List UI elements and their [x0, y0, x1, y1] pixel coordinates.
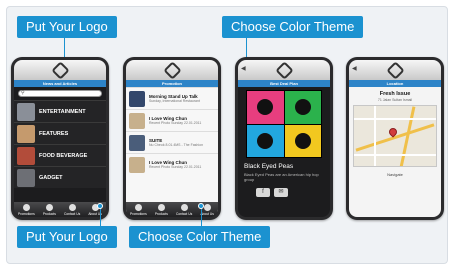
tab-label: Contact Us: [175, 211, 193, 216]
choose-color-theme-callout-bottom: Choose Color Theme: [129, 226, 271, 248]
screen-categories: News and Articles ⚲ ENTERTAINMENT FEATUR…: [14, 60, 106, 217]
screen-promotions: Promotion Morning Stand Up Talk Sunday, I…: [126, 60, 218, 217]
phone-location: ◀ Location Fresh Issue 71 Jalan Sultan I…: [346, 57, 444, 220]
info-icon: [22, 203, 30, 211]
products-icon: [157, 203, 165, 211]
cog-icon: [203, 203, 211, 211]
promo-item[interactable]: I Love Wing Chun Recent Photo Sunday 22.0…: [126, 109, 218, 131]
callout-dot: [198, 203, 204, 209]
app-logo-icon: [50, 60, 70, 80]
share-row: f ✉: [256, 188, 330, 197]
showcase-stage: Put Your Logo Choose Color Theme News an…: [0, 0, 454, 276]
back-icon[interactable]: ◀: [241, 65, 246, 72]
app-header: ◀: [238, 60, 330, 80]
ribbon: News and Articles: [14, 80, 106, 87]
tab-promotions[interactable]: Promotions: [130, 203, 147, 216]
info-icon: [134, 203, 142, 211]
facebook-share-button[interactable]: f: [256, 188, 270, 197]
tab-label: Products: [154, 211, 168, 216]
phone-icon: [68, 203, 76, 211]
promo-item[interactable]: Morning Stand Up Talk Sunday, Internation…: [126, 87, 218, 109]
phone-icon: [180, 203, 188, 211]
album-tile: [284, 91, 321, 124]
promo-subtitle: Nu Cheok 8.01.4MS - The Fashion: [149, 143, 204, 147]
face-icon: [257, 132, 274, 149]
app-header: [126, 60, 218, 80]
ribbon: Location: [349, 80, 441, 87]
category-row[interactable]: GADGET: [14, 166, 106, 188]
callout-dot: [97, 203, 103, 209]
tab-bar: Promotions Products Contact Us About Us: [126, 202, 218, 217]
promo-subtitle: Recent Photo Sunday 22.01.2011: [149, 165, 202, 169]
location-address: 71 Jalan Sultan Ismail: [377, 98, 413, 102]
tab-contact-us[interactable]: Contact Us: [175, 203, 193, 216]
category-label: GADGET: [39, 174, 63, 181]
promo-thumb: [129, 156, 145, 173]
app-header: ◀: [349, 60, 441, 80]
email-share-button[interactable]: ✉: [274, 188, 288, 197]
ribbon: Promotion: [126, 80, 218, 87]
album-tile: [247, 91, 284, 124]
map-street: [354, 118, 436, 120]
promo-thumb: [129, 112, 145, 129]
face-icon: [294, 99, 311, 116]
album-tile: [247, 124, 284, 157]
map-view[interactable]: [353, 105, 437, 167]
promo-item[interactable]: I Love Wing Chun Recent Photo Sunday 22.0…: [126, 153, 218, 175]
category-row[interactable]: FOOD BEVERAGE: [14, 144, 106, 166]
category-thumb: [17, 124, 35, 143]
tab-label: About Us: [200, 211, 214, 216]
phone-detail: ◀ Best Deal Plan Black Eyed Peas Black E…: [235, 57, 333, 220]
face-icon: [257, 99, 274, 116]
tab-label: Promotions: [18, 211, 35, 216]
screen-location: ◀ Location Fresh Issue 71 Jalan Sultan I…: [349, 60, 441, 217]
category-label: ENTERTAINMENT: [39, 108, 86, 115]
location-panel: Fresh Issue 71 Jalan Sultan Ismail Navig…: [349, 87, 441, 217]
promo-subtitle: Sunday, International Restaurant: [149, 99, 200, 103]
category-thumb: [17, 168, 35, 187]
phone-promotions: Promotion Morning Stand Up Talk Sunday, I…: [123, 57, 221, 220]
tab-label: Contact Us: [63, 211, 81, 216]
map-street: [374, 106, 376, 166]
put-your-logo-callout-bottom: Put Your Logo: [17, 226, 117, 248]
promo-thumb: [129, 134, 145, 151]
location-title: Fresh Issue: [379, 91, 411, 97]
detail-text: Black Eyed Peas are an American hip hop …: [244, 172, 319, 182]
detail-title: Black Eyed Peas: [244, 163, 294, 170]
promo-thumb: [129, 90, 145, 107]
tab-promotions[interactable]: Promotions: [18, 203, 35, 216]
ribbon: Best Deal Plan: [238, 80, 330, 87]
tab-bar: Promotions Products Contact Us About Us: [14, 202, 106, 217]
category-row[interactable]: ENTERTAINMENT: [14, 100, 106, 122]
promo-subtitle: Recent Photo Sunday 22.01.2011: [149, 121, 202, 125]
promo-item[interactable]: SUITE Nu Cheok 8.01.4MS - The Fashion: [126, 131, 218, 153]
promo-list: Morning Stand Up Talk Sunday, Internation…: [126, 87, 218, 212]
map-street: [354, 154, 436, 156]
navigate-link[interactable]: Navigate: [349, 172, 441, 177]
album-tile: [284, 124, 321, 157]
category-label: FOOD BEVERAGE: [39, 152, 88, 159]
screen-detail: ◀ Best Deal Plan Black Eyed Peas Black E…: [238, 60, 330, 217]
app-logo-icon: [274, 60, 294, 80]
category-label: FEATURES: [39, 130, 69, 137]
app-logo-icon: [162, 60, 182, 80]
products-icon: [45, 203, 53, 211]
face-icon: [294, 132, 311, 149]
tab-label: Promotions: [130, 211, 147, 216]
category-thumb: [17, 102, 35, 121]
search-input[interactable]: ⚲: [18, 90, 102, 97]
app-header: [14, 60, 106, 80]
category-row[interactable]: FEATURES: [14, 122, 106, 144]
tab-contact-us[interactable]: Contact Us: [63, 203, 81, 216]
category-thumb: [17, 146, 35, 165]
put-your-logo-callout-top: Put Your Logo: [17, 16, 117, 38]
choose-color-theme-callout-top: Choose Color Theme: [222, 16, 364, 38]
app-logo-icon: [385, 60, 405, 80]
phone-categories: News and Articles ⚲ ENTERTAINMENT FEATUR…: [11, 57, 109, 220]
back-icon[interactable]: ◀: [352, 65, 357, 72]
album-art: [246, 90, 322, 158]
tab-label: Products: [42, 211, 56, 216]
tab-products[interactable]: Products: [154, 203, 168, 216]
tab-products[interactable]: Products: [42, 203, 56, 216]
